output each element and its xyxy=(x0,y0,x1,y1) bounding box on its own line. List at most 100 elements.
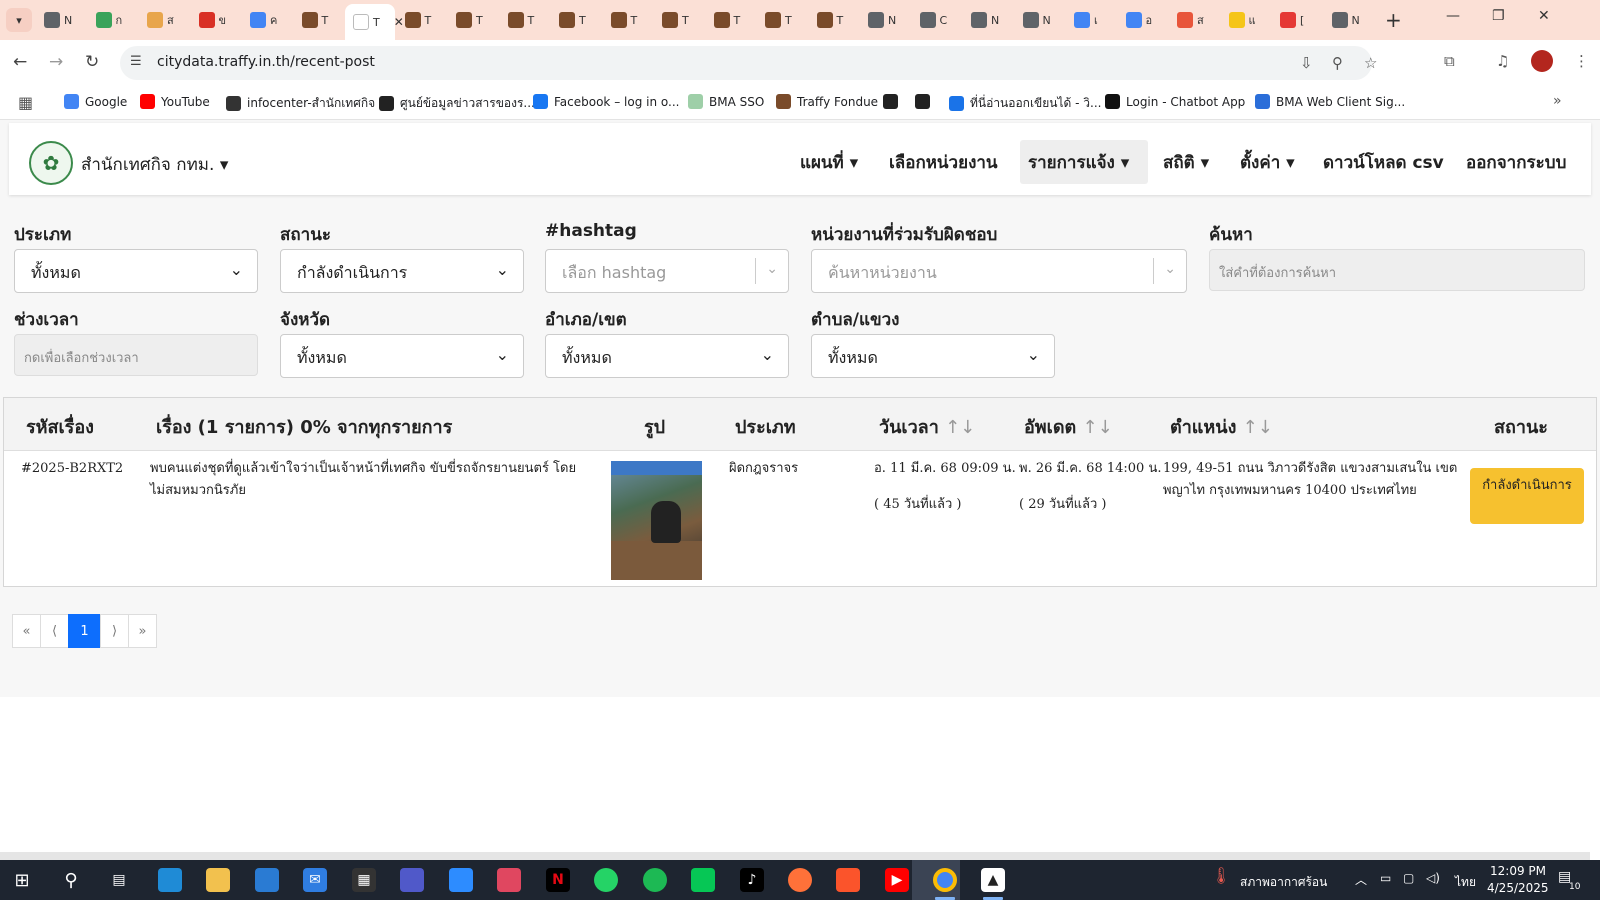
agency-select[interactable]: ค้นหาหน่วยงาน ⌄ xyxy=(811,249,1187,293)
row-subject[interactable]: พบคนแต่งชุดที่ดูแล้วเข้าใจว่าเป็นเจ้าหน้… xyxy=(150,458,590,502)
calculator-icon[interactable]: ▦ xyxy=(352,868,376,892)
province-select[interactable]: ทั้งหมด ⌄ xyxy=(280,334,524,378)
browser-tab[interactable]: T xyxy=(654,6,704,34)
browser-tab[interactable]: N xyxy=(860,6,910,34)
page-current-button[interactable]: 1 xyxy=(68,614,101,648)
profile-avatar[interactable] xyxy=(1531,50,1553,72)
weather-text[interactable]: สภาพอากาศร้อน xyxy=(1240,873,1327,892)
browser-tab[interactable]: T xyxy=(809,6,859,34)
bookmark-item[interactable]: ศูนย์ข้อมูลข่าวสารของร... xyxy=(379,94,535,113)
browser-tab[interactable]: T xyxy=(757,6,807,34)
period-input[interactable]: กดเพื่อเลือกช่วงเวลา xyxy=(14,334,258,376)
nav-select-agency[interactable]: เลือกหน่วยงาน xyxy=(889,149,998,176)
bma-logo[interactable]: ✿ xyxy=(29,141,73,185)
bookmark-item[interactable]: ที่นี่อ่านออกเขียนได้ - วิ... xyxy=(949,94,1101,113)
language-indicator[interactable]: ไทย xyxy=(1455,873,1476,892)
browser-tab[interactable]: ก xyxy=(88,6,138,34)
line-icon[interactable] xyxy=(691,868,715,892)
clock-date[interactable]: 4/25/2025 xyxy=(1487,881,1549,895)
bookmark-item[interactable]: BMA SSO xyxy=(688,94,764,109)
bookmark-item[interactable]: Google xyxy=(64,94,127,109)
address-bar[interactable]: ☰ citydata.traffy.in.th/recent-post ⇩ ⚲ … xyxy=(120,46,1377,80)
nav-download-csv[interactable]: ดาวน์โหลด csv xyxy=(1323,149,1444,176)
col-updated[interactable]: อัพเดต ↑↓ xyxy=(1024,412,1113,441)
bookmark-star-icon[interactable]: ☆ xyxy=(1364,54,1377,72)
sort-icon[interactable]: ↑↓ xyxy=(1243,417,1273,438)
district-select[interactable]: ทั้งหมด ⌄ xyxy=(545,334,789,378)
browser-tab[interactable]: [ xyxy=(1272,6,1322,34)
type-select[interactable]: ทั้งหมด ⌄ xyxy=(14,249,258,293)
teams-icon[interactable] xyxy=(400,868,424,892)
windows-start-icon[interactable]: ⊞ xyxy=(10,868,34,892)
tray-chevron-icon[interactable]: ︿ xyxy=(1355,871,1367,888)
browser-tab[interactable]: ข xyxy=(191,6,241,34)
bookmark-item[interactable]: Login - Chatbot App xyxy=(1105,94,1245,109)
bookmark-item[interactable]: infocenter-สำนักเทศกิจ xyxy=(226,94,375,113)
col-id[interactable]: รหัสเรื่อง xyxy=(26,412,94,441)
more-bookmarks-icon[interactable]: » xyxy=(1553,93,1562,109)
bookmark-item[interactable] xyxy=(915,94,936,109)
restore-icon[interactable]: ❐ xyxy=(1492,8,1505,24)
brand-dropdown[interactable]: สำนักเทศกิจ กทม. ▾ xyxy=(81,151,228,178)
subdistrict-select[interactable]: ทั้งหมด ⌄ xyxy=(811,334,1055,378)
store-icon[interactable] xyxy=(255,868,279,892)
meet-icon[interactable]: ▭ xyxy=(1380,871,1391,885)
browser-tab[interactable]: T xyxy=(397,6,447,34)
search-input[interactable]: ใส่คำที่ต้องการค้นหา xyxy=(1209,249,1585,291)
zoom-app-icon[interactable] xyxy=(449,868,473,892)
url-text[interactable]: citydata.traffy.in.th/recent-post xyxy=(157,54,375,70)
nav-settings[interactable]: ตั้งค่า ▾ xyxy=(1240,149,1295,176)
weather-icon[interactable]: 🌡 xyxy=(1211,866,1231,885)
search-icon[interactable]: ⚲ xyxy=(59,868,83,892)
nav-reports[interactable]: รายการแจ้ง ▾ xyxy=(1020,140,1148,184)
browser-tab[interactable]: T xyxy=(706,6,756,34)
browser-tab[interactable]: แ xyxy=(1221,6,1271,34)
browser-tab[interactable]: ค xyxy=(242,6,292,34)
youtube-app-icon[interactable]: ▶ xyxy=(885,868,909,892)
nav-logout[interactable]: ออกจากระบบ xyxy=(1466,149,1566,176)
file-explorer-icon[interactable] xyxy=(206,868,230,892)
photos-icon[interactable]: ▲ xyxy=(981,868,1005,892)
bookmark-item[interactable]: Traffy Fondue xyxy=(776,94,878,109)
tab-search-icon[interactable]: ▾ xyxy=(6,8,32,32)
extensions-icon[interactable]: ⧉ xyxy=(1444,52,1455,70)
browser-tab[interactable]: T xyxy=(500,6,550,34)
sort-icon[interactable]: ↑↓ xyxy=(945,417,975,438)
hashtag-select[interactable]: เลือก hashtag ⌄ xyxy=(545,249,789,293)
netflix-icon[interactable]: N xyxy=(546,868,570,892)
horizontal-scrollbar[interactable] xyxy=(0,852,1590,860)
apps-grid-icon[interactable]: ▦ xyxy=(18,93,33,112)
sort-icon[interactable]: ↑↓ xyxy=(1083,417,1113,438)
network-icon[interactable]: ▢ xyxy=(1403,871,1414,885)
clock-time[interactable]: 12:09 PM xyxy=(1490,864,1546,878)
install-app-icon[interactable]: ⇩ xyxy=(1300,54,1313,72)
mail-icon[interactable]: ✉ xyxy=(303,868,327,892)
forward-icon[interactable]: → xyxy=(49,52,63,72)
new-tab-icon[interactable]: + xyxy=(1385,8,1402,32)
browser-tab[interactable]: T xyxy=(603,6,653,34)
browser-tab[interactable]: ส xyxy=(1169,6,1219,34)
reload-icon[interactable]: ↻ xyxy=(85,52,99,72)
bookmark-item[interactable] xyxy=(883,94,904,109)
report-photo[interactable] xyxy=(611,461,702,580)
zoom-icon[interactable]: ⚲ xyxy=(1332,54,1343,72)
bookmark-item[interactable]: YouTube xyxy=(140,94,210,109)
bookmark-item[interactable]: Facebook – log in o... xyxy=(533,94,679,109)
media-control-icon[interactable]: ♫ xyxy=(1496,52,1509,70)
browser-tab[interactable]: N xyxy=(963,6,1013,34)
chrome-icon[interactable] xyxy=(933,868,957,892)
status-select[interactable]: กำลังดำเนินการ ⌄ xyxy=(280,249,524,293)
browser-tab[interactable]: T ✕ xyxy=(345,4,404,40)
page-prev-button[interactable]: ⟨ xyxy=(40,614,69,648)
minimize-icon[interactable]: — xyxy=(1446,8,1460,24)
back-icon[interactable]: ← xyxy=(13,52,27,72)
volume-icon[interactable]: ◁) xyxy=(1426,871,1440,885)
browser-tab[interactable]: T xyxy=(294,6,344,34)
page-next-button[interactable]: ⟩ xyxy=(100,614,129,648)
tiktok-icon[interactable]: ♪ xyxy=(740,868,764,892)
nav-map[interactable]: แผนที่ ▾ xyxy=(800,149,858,176)
row-id[interactable]: #2025-B2RXT2 xyxy=(21,458,123,480)
browser-tab[interactable]: N xyxy=(1015,6,1065,34)
status-badge[interactable]: กำลังดำเนินการ xyxy=(1470,468,1584,524)
col-location[interactable]: ตำแหน่ง ↑↓ xyxy=(1170,412,1273,441)
